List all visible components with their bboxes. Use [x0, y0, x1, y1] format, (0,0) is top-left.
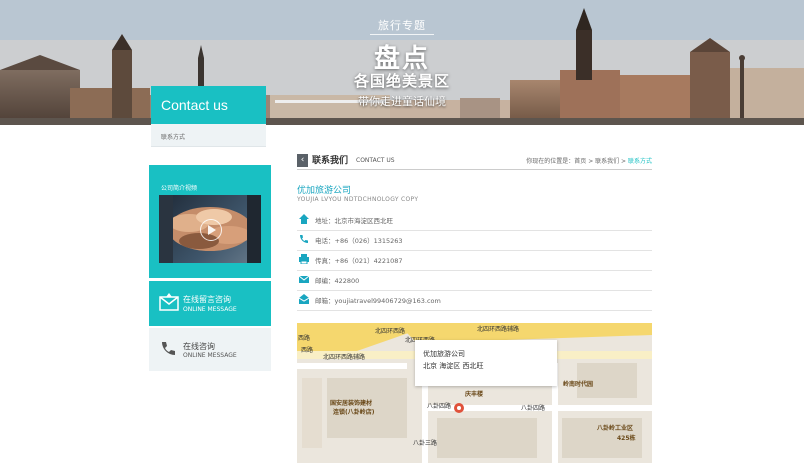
banner-divider [370, 34, 434, 35]
fax-icon [299, 254, 309, 264]
sidebar-item-label: 联系方式 [161, 134, 186, 141]
map-place-label: 国安居装饰建材 [330, 400, 373, 407]
home-icon [299, 214, 309, 224]
online-consult-label: 在线咨询 [183, 342, 215, 351]
map-road-label: 西路 [298, 335, 311, 342]
header-banner: 旅行专题 盘点 各国绝美景区 带你走进童话仙境 [0, 0, 804, 125]
play-icon[interactable] [200, 219, 222, 241]
info-phone-row: 电话：+86（026）1315263 [297, 230, 652, 251]
sidebar-heading: Contact us [151, 86, 266, 124]
online-message-button[interactable]: 在线留言咨询 ONLINE MESSAGE [149, 281, 271, 326]
video-thumbnail[interactable] [159, 195, 261, 263]
phone-icon [162, 342, 175, 355]
section-header: ‹ 联系我们 CONTACT US 你现在的位置是：首页 > 联系我们 > 联系… [297, 153, 652, 170]
map-place-label: 庆丰楼 [465, 391, 484, 398]
map-road-label: 北四环西路辅路 [323, 354, 366, 361]
map-road-label: 北四环西路辅路 [477, 326, 520, 333]
video-title: 公司简介视频 [161, 185, 198, 192]
map-popup-name: 优加旅游公司 [423, 350, 465, 358]
online-consult-button[interactable]: 在线咨询 ONLINE MESSAGE [149, 328, 271, 371]
map-road-label: 西路 [301, 347, 314, 354]
chevron-left-icon[interactable]: ‹ [297, 154, 308, 167]
info-fax: 传真：+86（021）4221087 [315, 257, 403, 265]
online-message-label-en: ONLINE MESSAGE [183, 306, 237, 313]
banner-subtitle: 旅行专题 [378, 19, 426, 32]
mail-icon [299, 275, 309, 283]
info-phone: 电话：+86（026）1315263 [315, 237, 403, 245]
map-road-label: 八卦四路 [521, 405, 546, 412]
info-postcode-row: 邮编：422800 [297, 270, 652, 291]
sidebar-heading-text: Contact us [161, 97, 228, 113]
info-address: 地址：北京市海淀区西北旺 [315, 217, 393, 225]
map-info-popup: 优加旅游公司 北京 海淀区 西北旺 [415, 340, 557, 386]
map-road-label: 八卦三路 [413, 440, 438, 447]
email-icon [299, 294, 309, 304]
online-message-label: 在线留言咨询 [183, 295, 231, 304]
location-map[interactable]: 北四环西路 北四环西路 北四环西路辅路 北四环西路辅路 西路 西路 庆丰楼 岭南… [297, 323, 652, 463]
section-title: 联系我们 [312, 156, 349, 166]
map-place-label: 八卦岭工业区 [597, 425, 634, 432]
map-place-label: 425栋 [617, 435, 636, 442]
company-video-panel: 公司简介视频 [149, 165, 271, 278]
breadcrumb: 你现在的位置是：首页 > 联系我们 > 联系方式 [526, 156, 652, 165]
banner-headline: 各国绝美景区 [353, 72, 450, 90]
sidebar-item-contact[interactable]: 联系方式 [151, 124, 266, 147]
map-place-label: 连锁(八卦岭店) [333, 409, 375, 416]
info-fax-row: 传真：+86（021）4221087 [297, 250, 652, 271]
online-consult-label-en: ONLINE MESSAGE [183, 352, 237, 359]
banner-tagline: 带你走进童话仙境 [358, 95, 446, 108]
company-name-en: YOUJIA LVYOU NDTDCHNOLOGY COPY [297, 196, 419, 203]
phone-icon [300, 235, 308, 243]
section-title-en: CONTACT US [356, 157, 395, 164]
info-address-row: 地址：北京市海淀区西北旺 [297, 210, 652, 231]
map-popup-address: 北京 海淀区 西北旺 [423, 362, 484, 370]
info-email-row: 邮箱：youjiatravel99406729@163.com [297, 290, 652, 311]
info-email[interactable]: 邮箱：youjiatravel99406729@163.com [315, 295, 441, 305]
breadcrumb-current: 联系方式 [627, 158, 652, 165]
info-postcode: 邮编：422800 [315, 277, 360, 285]
map-place-label: 岭南时代园 [563, 381, 594, 388]
company-name: 优加旅游公司 [297, 186, 352, 196]
envelope-icon [159, 293, 179, 311]
map-road-label: 北四环西路 [375, 328, 406, 335]
breadcrumb-prefix[interactable]: 你现在的位置是：首页 > 联系我们 > [526, 158, 628, 165]
map-road-label: 八卦四路 [427, 403, 452, 410]
